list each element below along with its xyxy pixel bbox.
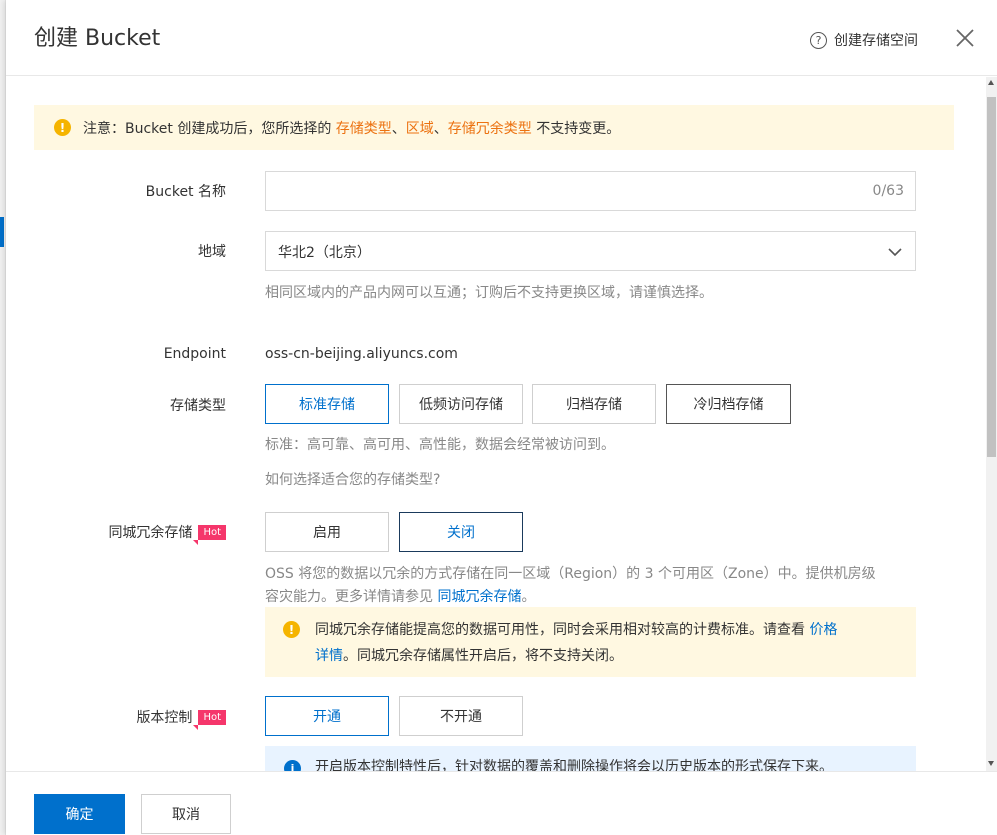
question-icon: ? xyxy=(810,31,827,49)
chevron-down-icon xyxy=(888,248,902,257)
dialog-body: ! 注意：Bucket 创建成功后，您所选择的 存储类型、区域、存储冗余类型 不… xyxy=(6,77,986,771)
warning-icon: ! xyxy=(54,119,71,136)
region-value: 华北2（北京） xyxy=(278,245,371,261)
help-label: 创建存储空间 xyxy=(834,33,918,49)
zrs-label: 同城冗余存储 Hot xyxy=(6,522,226,545)
hot-badge: Hot xyxy=(193,710,226,730)
close-icon[interactable] xyxy=(953,26,977,50)
scroll-thumb[interactable] xyxy=(987,97,996,457)
zrs-enable-button[interactable]: 启用 xyxy=(265,512,389,552)
bucket-name-counter: 0/63 xyxy=(872,183,904,199)
versioning-disable-button[interactable]: 不开通 xyxy=(399,696,523,736)
cancel-button[interactable]: 取消 xyxy=(141,794,231,834)
storage-class-cold-archive[interactable]: 冷归档存储 xyxy=(666,384,791,424)
region-select[interactable]: 华北2（北京） xyxy=(265,231,916,271)
zrs-warning: ! 同城冗余存储能提高您的数据可用性，同时会采用相对较高的计费标准。请查看 价格… xyxy=(265,607,916,677)
region-label: 地域 xyxy=(198,244,226,260)
hot-badge: Hot xyxy=(193,525,226,545)
bucket-name-input[interactable]: 0/63 xyxy=(265,171,916,211)
notice-text: 注意：Bucket 创建成功后，您所选择的 存储类型、区域、存储冗余类型 不支持… xyxy=(83,120,621,137)
storage-class-ia[interactable]: 低频访问存储 xyxy=(399,384,523,424)
zrs-doc-link[interactable]: 同城冗余存储 xyxy=(437,589,521,605)
help-link[interactable]: ? 创建存储空间 xyxy=(810,30,918,50)
storage-class-standard[interactable]: 标准存储 xyxy=(265,384,389,424)
immutable-notice: ! 注意：Bucket 创建成功后，您所选择的 存储类型、区域、存储冗余类型 不… xyxy=(34,105,954,150)
dialog-footer: 确定 取消 xyxy=(6,771,997,835)
storage-class-label: 存储类型 xyxy=(170,398,226,414)
background-nav-indicator xyxy=(0,217,4,247)
region-hint: 相同区域内的产品内网可以互通；订购后不支持更换区域，请谨慎选择。 xyxy=(265,285,713,301)
zrs-disable-button[interactable]: 关闭 xyxy=(399,512,523,552)
storage-class-help-link[interactable]: 如何选择适合您的存储类型? xyxy=(265,469,440,492)
dialog-scrollbar[interactable] xyxy=(986,77,997,771)
storage-class-hint: 标准：高可靠、高可用、高性能，数据会经常被访问到。 xyxy=(265,437,615,453)
bucket-name-label: Bucket 名称 xyxy=(145,184,226,200)
scroll-up-icon[interactable] xyxy=(988,80,994,85)
price-detail-link[interactable]: 详情 xyxy=(315,648,343,664)
dialog-header: 创建 Bucket ? 创建存储空间 xyxy=(6,0,997,76)
dialog-title: 创建 Bucket xyxy=(34,26,161,51)
versioning-label: 版本控制 Hot xyxy=(6,707,226,730)
zrs-hint: OSS 将您的数据以冗余的方式存储在同一区域（Region）的 3 个可用区（Z… xyxy=(265,566,876,605)
warning-icon: ! xyxy=(283,621,300,638)
storage-class-archive[interactable]: 归档存储 xyxy=(532,384,656,424)
confirm-button[interactable]: 确定 xyxy=(34,794,125,834)
versioning-info: i 开启版本控制特性后，针对数据的覆盖和删除操作将会以历史版本的形式保存下来。 xyxy=(265,746,916,771)
endpoint-value: oss-cn-beijing.aliyuncs.com xyxy=(265,346,458,362)
create-bucket-dialog: 创建 Bucket ? 创建存储空间 ! 注意：Bucket 创建成功后，您所选… xyxy=(6,0,997,835)
info-icon: i xyxy=(284,760,301,771)
versioning-enable-button[interactable]: 开通 xyxy=(265,696,389,736)
price-link[interactable]: 价格 xyxy=(809,622,837,638)
endpoint-label: Endpoint xyxy=(163,346,226,362)
scroll-down-icon[interactable] xyxy=(988,761,994,766)
